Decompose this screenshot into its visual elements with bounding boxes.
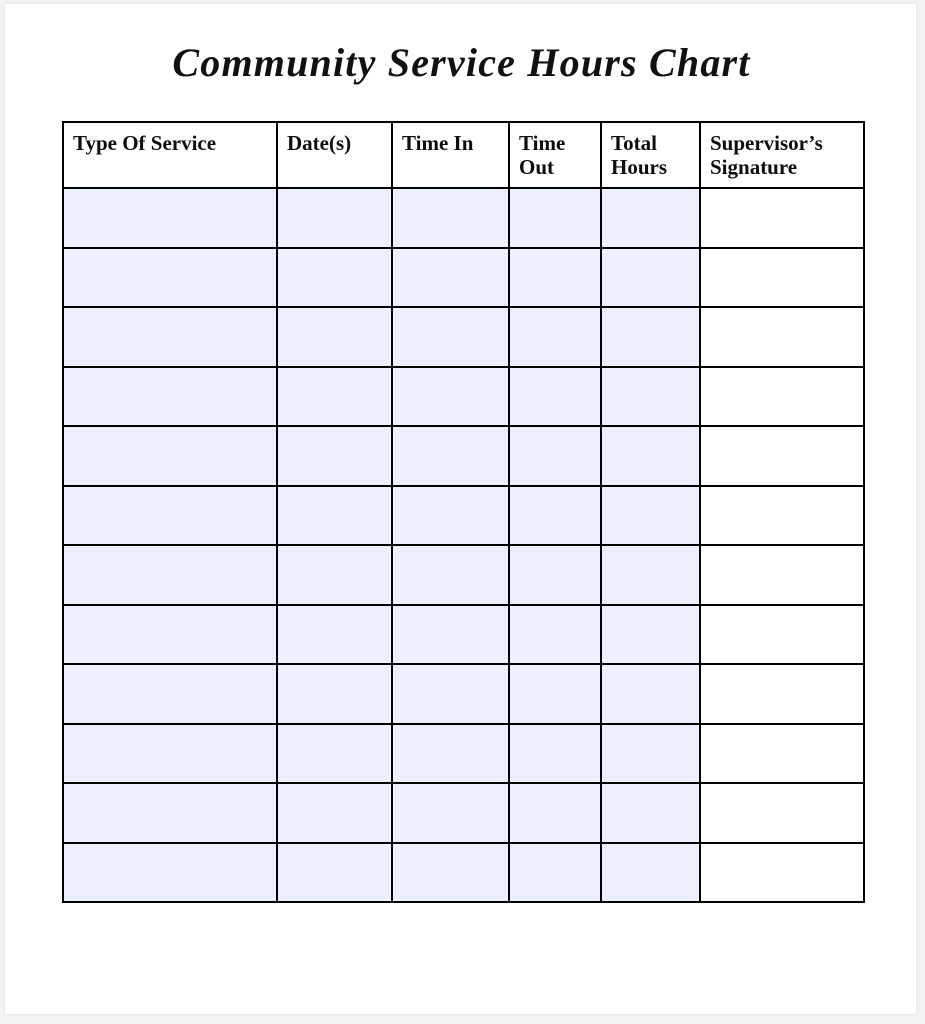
cell-timein[interactable] (391, 544, 510, 606)
cell-signature[interactable] (699, 782, 865, 844)
cell-timeout[interactable] (508, 484, 602, 546)
cell-dates[interactable] (276, 722, 393, 784)
cell-timein[interactable] (391, 187, 510, 249)
table-row (62, 722, 865, 784)
table-header-row: Type Of Service Date(s) Time In Time Out… (62, 121, 865, 189)
cell-signature[interactable] (699, 365, 865, 427)
table-row (62, 544, 865, 606)
cell-total[interactable] (600, 722, 701, 784)
cell-timein[interactable] (391, 722, 510, 784)
cell-signature[interactable] (699, 663, 865, 725)
cell-timeout[interactable] (508, 425, 602, 487)
cell-service[interactable] (62, 544, 278, 606)
cell-signature[interactable] (699, 306, 865, 368)
column-header-dates: Date(s) (276, 121, 393, 189)
cell-total[interactable] (600, 425, 701, 487)
cell-service[interactable] (62, 187, 278, 249)
page-title: Community Service Hours Chart (172, 40, 751, 85)
cell-timein[interactable] (391, 484, 510, 546)
cell-total[interactable] (600, 663, 701, 725)
cell-signature[interactable] (699, 841, 865, 903)
cell-service[interactable] (62, 246, 278, 308)
cell-total[interactable] (600, 603, 701, 665)
cell-service[interactable] (62, 663, 278, 725)
cell-service[interactable] (62, 484, 278, 546)
cell-timein[interactable] (391, 306, 510, 368)
cell-total[interactable] (600, 246, 701, 308)
cell-total[interactable] (600, 544, 701, 606)
cell-dates[interactable] (276, 365, 393, 427)
cell-total[interactable] (600, 365, 701, 427)
table-body (62, 187, 865, 903)
cell-timeout[interactable] (508, 782, 602, 844)
cell-dates[interactable] (276, 782, 393, 844)
cell-service[interactable] (62, 365, 278, 427)
column-header-total-hours: Total Hours (600, 121, 701, 189)
cell-signature[interactable] (699, 544, 865, 606)
table-row (62, 663, 865, 725)
cell-timeout[interactable] (508, 722, 602, 784)
table-row (62, 603, 865, 665)
cell-dates[interactable] (276, 425, 393, 487)
cell-timein[interactable] (391, 841, 510, 903)
cell-service[interactable] (62, 782, 278, 844)
cell-service[interactable] (62, 603, 278, 665)
table-row (62, 246, 865, 308)
table-row (62, 782, 865, 844)
cell-signature[interactable] (699, 425, 865, 487)
cell-timeout[interactable] (508, 187, 602, 249)
cell-timein[interactable] (391, 246, 510, 308)
cell-dates[interactable] (276, 306, 393, 368)
table-row (62, 187, 865, 249)
column-header-supervisors-signature: Supervisor’s Signature (699, 121, 865, 189)
cell-signature[interactable] (699, 722, 865, 784)
cell-signature[interactable] (699, 484, 865, 546)
table-header: Type Of Service Date(s) Time In Time Out… (62, 121, 865, 189)
cell-timein[interactable] (391, 782, 510, 844)
cell-service[interactable] (62, 841, 278, 903)
cell-signature[interactable] (699, 603, 865, 665)
cell-dates[interactable] (276, 246, 393, 308)
cell-timein[interactable] (391, 603, 510, 665)
cell-total[interactable] (600, 306, 701, 368)
cell-timein[interactable] (391, 365, 510, 427)
cell-service[interactable] (62, 306, 278, 368)
table-row (62, 306, 865, 368)
cell-service[interactable] (62, 722, 278, 784)
cell-timeout[interactable] (508, 246, 602, 308)
table-row (62, 841, 865, 903)
cell-timeout[interactable] (508, 841, 602, 903)
cell-service[interactable] (62, 425, 278, 487)
document-page: Community Service Hours Chart Type Of Se… (4, 3, 917, 1015)
column-header-time-in: Time In (391, 121, 510, 189)
cell-total[interactable] (600, 484, 701, 546)
cell-dates[interactable] (276, 544, 393, 606)
column-header-time-out: Time Out (508, 121, 602, 189)
table-row (62, 425, 865, 487)
cell-timeout[interactable] (508, 306, 602, 368)
cell-signature[interactable] (699, 187, 865, 249)
cell-timeout[interactable] (508, 663, 602, 725)
cell-dates[interactable] (276, 603, 393, 665)
cell-total[interactable] (600, 187, 701, 249)
cell-dates[interactable] (276, 187, 393, 249)
cell-dates[interactable] (276, 841, 393, 903)
cell-dates[interactable] (276, 663, 393, 725)
table-row (62, 484, 865, 546)
cell-timeout[interactable] (508, 544, 602, 606)
cell-signature[interactable] (699, 246, 865, 308)
cell-dates[interactable] (276, 484, 393, 546)
cell-timein[interactable] (391, 663, 510, 725)
cell-timeout[interactable] (508, 365, 602, 427)
community-service-hours-table: Type Of Service Date(s) Time In Time Out… (62, 121, 865, 903)
table-row (62, 365, 865, 427)
column-header-type-of-service: Type Of Service (62, 121, 278, 189)
cell-total[interactable] (600, 841, 701, 903)
cell-timeout[interactable] (508, 603, 602, 665)
cell-total[interactable] (600, 782, 701, 844)
cell-timein[interactable] (391, 425, 510, 487)
